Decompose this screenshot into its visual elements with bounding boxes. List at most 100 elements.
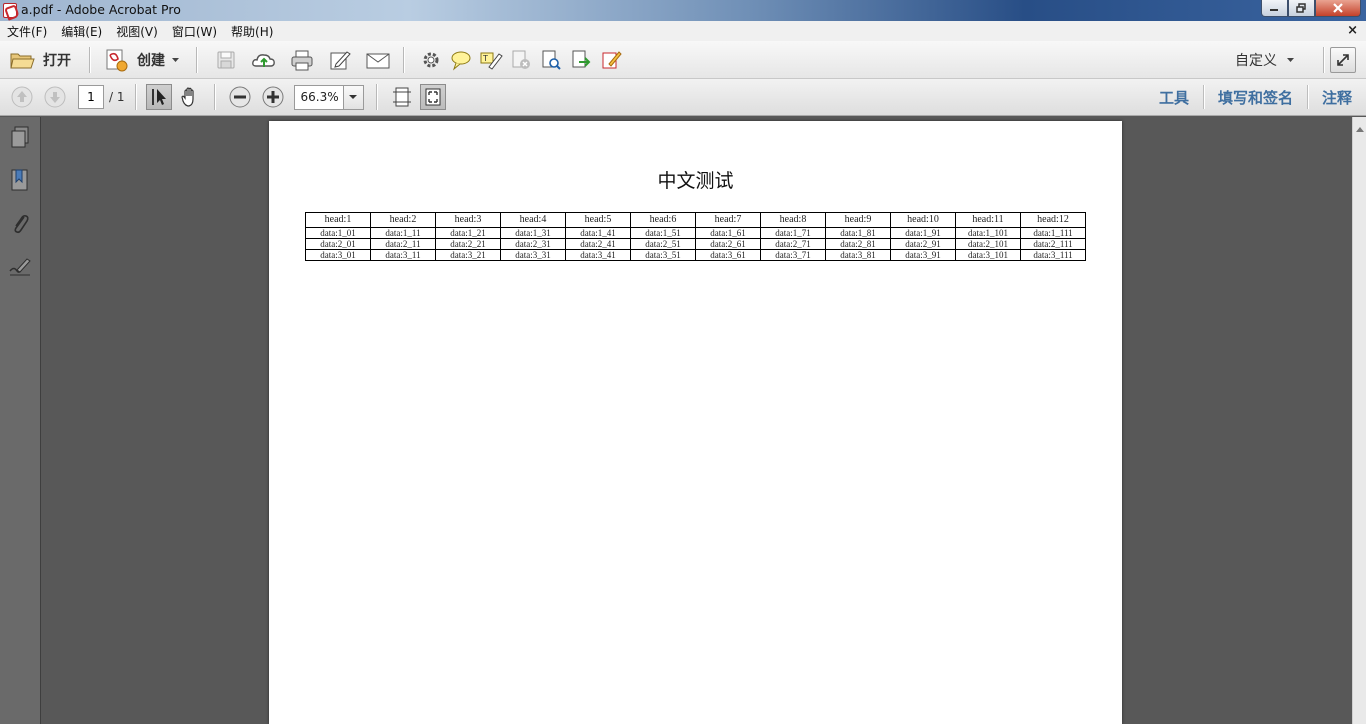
main-toolbar: 打开 创建 T 自定义: [0, 41, 1366, 79]
table-cell: data:3_01: [305, 249, 371, 261]
minimize-button[interactable]: [1261, 0, 1288, 17]
zoom-out-button[interactable]: [225, 82, 255, 112]
toolbar-separator: [1323, 46, 1324, 73]
full-screen-button[interactable]: [1330, 46, 1356, 73]
table-cell: data:3_51: [630, 249, 696, 261]
tools-pane-button[interactable]: 工具: [1145, 87, 1203, 108]
table-cell: data:2_11: [370, 238, 436, 250]
signature-pen-icon: [9, 258, 31, 276]
speech-bubble-icon: [451, 51, 471, 71]
window-controls: [1261, 0, 1361, 18]
scroll-up-arrow-icon[interactable]: [1356, 127, 1364, 132]
zoom-out-icon: [229, 86, 250, 108]
table-header-cell: head:3: [435, 212, 501, 228]
export-button[interactable]: [566, 45, 596, 75]
close-window-button[interactable]: [1315, 0, 1361, 17]
table-header-cell: head:8: [760, 212, 826, 228]
table-header-cell: head:12: [1020, 212, 1086, 228]
comment-pane-button[interactable]: 注释: [1308, 87, 1366, 108]
page-total: / 1: [109, 90, 125, 104]
pdf-page: 中文测试 head:1 head:2 head:3 head:4 head:5 head:…: [269, 121, 1122, 724]
table-cell: data:2_71: [760, 238, 826, 250]
toolbar-separator: [375, 84, 377, 110]
chevron-down-icon: [349, 95, 357, 99]
menu-view[interactable]: 视图(V): [116, 23, 158, 40]
restore-button[interactable]: [1288, 0, 1315, 17]
toolbar-separator: [134, 84, 136, 110]
print-button[interactable]: [287, 45, 317, 75]
delete-pages-button[interactable]: [506, 45, 536, 75]
table-cell: data:3_21: [435, 249, 501, 261]
fit-page-button[interactable]: [419, 84, 446, 110]
toolbar-separator: [213, 84, 215, 110]
table-cell: data:1_71: [760, 227, 826, 239]
table-cell: data:2_81: [825, 238, 891, 250]
expand-icon: [1337, 53, 1349, 66]
zoom-in-button[interactable]: [258, 82, 288, 112]
page-thumbnails-button[interactable]: [8, 125, 32, 149]
signatures-button[interactable]: [8, 255, 32, 279]
zoom-dropdown-button[interactable]: [342, 85, 363, 109]
minimize-icon: [1270, 9, 1278, 11]
menu-edit[interactable]: 编辑(E): [61, 23, 102, 40]
sign-button[interactable]: [596, 45, 626, 75]
zoom-select[interactable]: 66.3%: [293, 84, 364, 110]
previous-page-button[interactable]: [7, 82, 37, 112]
document-close-button[interactable]: ×: [1347, 23, 1358, 38]
menu-file[interactable]: 文件(F): [7, 23, 47, 40]
table-cell: data:1_51: [630, 227, 696, 239]
bookmark-icon: [11, 169, 28, 191]
table-header-row: head:1 head:2 head:3 head:4 head:5 head:6 head…: [305, 212, 1086, 228]
table-cell: data:1_31: [500, 227, 566, 239]
table-cell: data:2_01: [305, 238, 371, 250]
menu-window[interactable]: 窗口(W): [172, 23, 217, 40]
table-cell: data:2_101: [955, 238, 1021, 250]
table-cell: data:3_11: [370, 249, 436, 261]
restore-icon: [1296, 3, 1306, 13]
hand-tool-button[interactable]: [175, 82, 205, 112]
upload-button[interactable]: [249, 45, 279, 75]
menu-help[interactable]: 帮助(H): [231, 23, 273, 40]
create-button[interactable]: 创建: [104, 47, 182, 73]
create-label: 创建: [137, 52, 165, 69]
document-sign-icon: [602, 50, 622, 68]
customize-dropdown[interactable]: 自定义: [1235, 50, 1297, 70]
document-search-icon: [542, 50, 561, 70]
fill-sign-pane-button[interactable]: 填写和签名: [1204, 87, 1307, 108]
table-cell: data:3_91: [890, 249, 956, 261]
chevron-down-icon: [172, 57, 179, 62]
fit-page-width-icon: [392, 87, 411, 107]
select-tool-button[interactable]: [145, 84, 172, 110]
highlighter-icon: T: [480, 52, 503, 70]
table-cell: data:2_31: [500, 238, 566, 250]
settings-button[interactable]: [416, 45, 446, 75]
folder-open-icon: [10, 53, 35, 68]
acrobat-logo-icon: [3, 3, 17, 18]
table-row: data:2_01 data:2_11 data:2_21 data:2_31 data…: [305, 238, 1086, 250]
save-button[interactable]: [211, 45, 241, 75]
table-cell: data:1_11: [370, 227, 436, 239]
comment-button[interactable]: [446, 45, 476, 75]
edit-document-icon: [330, 50, 351, 69]
edit-button[interactable]: [325, 45, 355, 75]
next-page-button[interactable]: [40, 82, 70, 112]
attachments-button[interactable]: [8, 212, 32, 236]
table-header-cell: head:5: [565, 212, 631, 228]
vertical-scrollbar[interactable]: [1352, 117, 1366, 724]
customize-label: 自定义: [1235, 52, 1277, 69]
table-cell: data:3_41: [565, 249, 631, 261]
search-document-button[interactable]: [536, 45, 566, 75]
open-label: 打开: [43, 52, 71, 69]
window-title: a.pdf - Adobe Acrobat Pro: [21, 2, 181, 17]
navigation-sidebar: [0, 117, 41, 724]
table-header-cell: head:6: [630, 212, 696, 228]
printer-icon: [291, 50, 313, 70]
highlight-button[interactable]: T: [476, 45, 506, 75]
chevron-down-icon: [1287, 57, 1294, 62]
open-button[interactable]: 打开: [9, 49, 71, 71]
fit-width-button[interactable]: [387, 82, 417, 112]
page-number-input[interactable]: [78, 85, 104, 109]
email-button[interactable]: [363, 45, 393, 75]
table-header-cell: head:11: [955, 212, 1021, 228]
bookmarks-button[interactable]: [8, 168, 32, 192]
